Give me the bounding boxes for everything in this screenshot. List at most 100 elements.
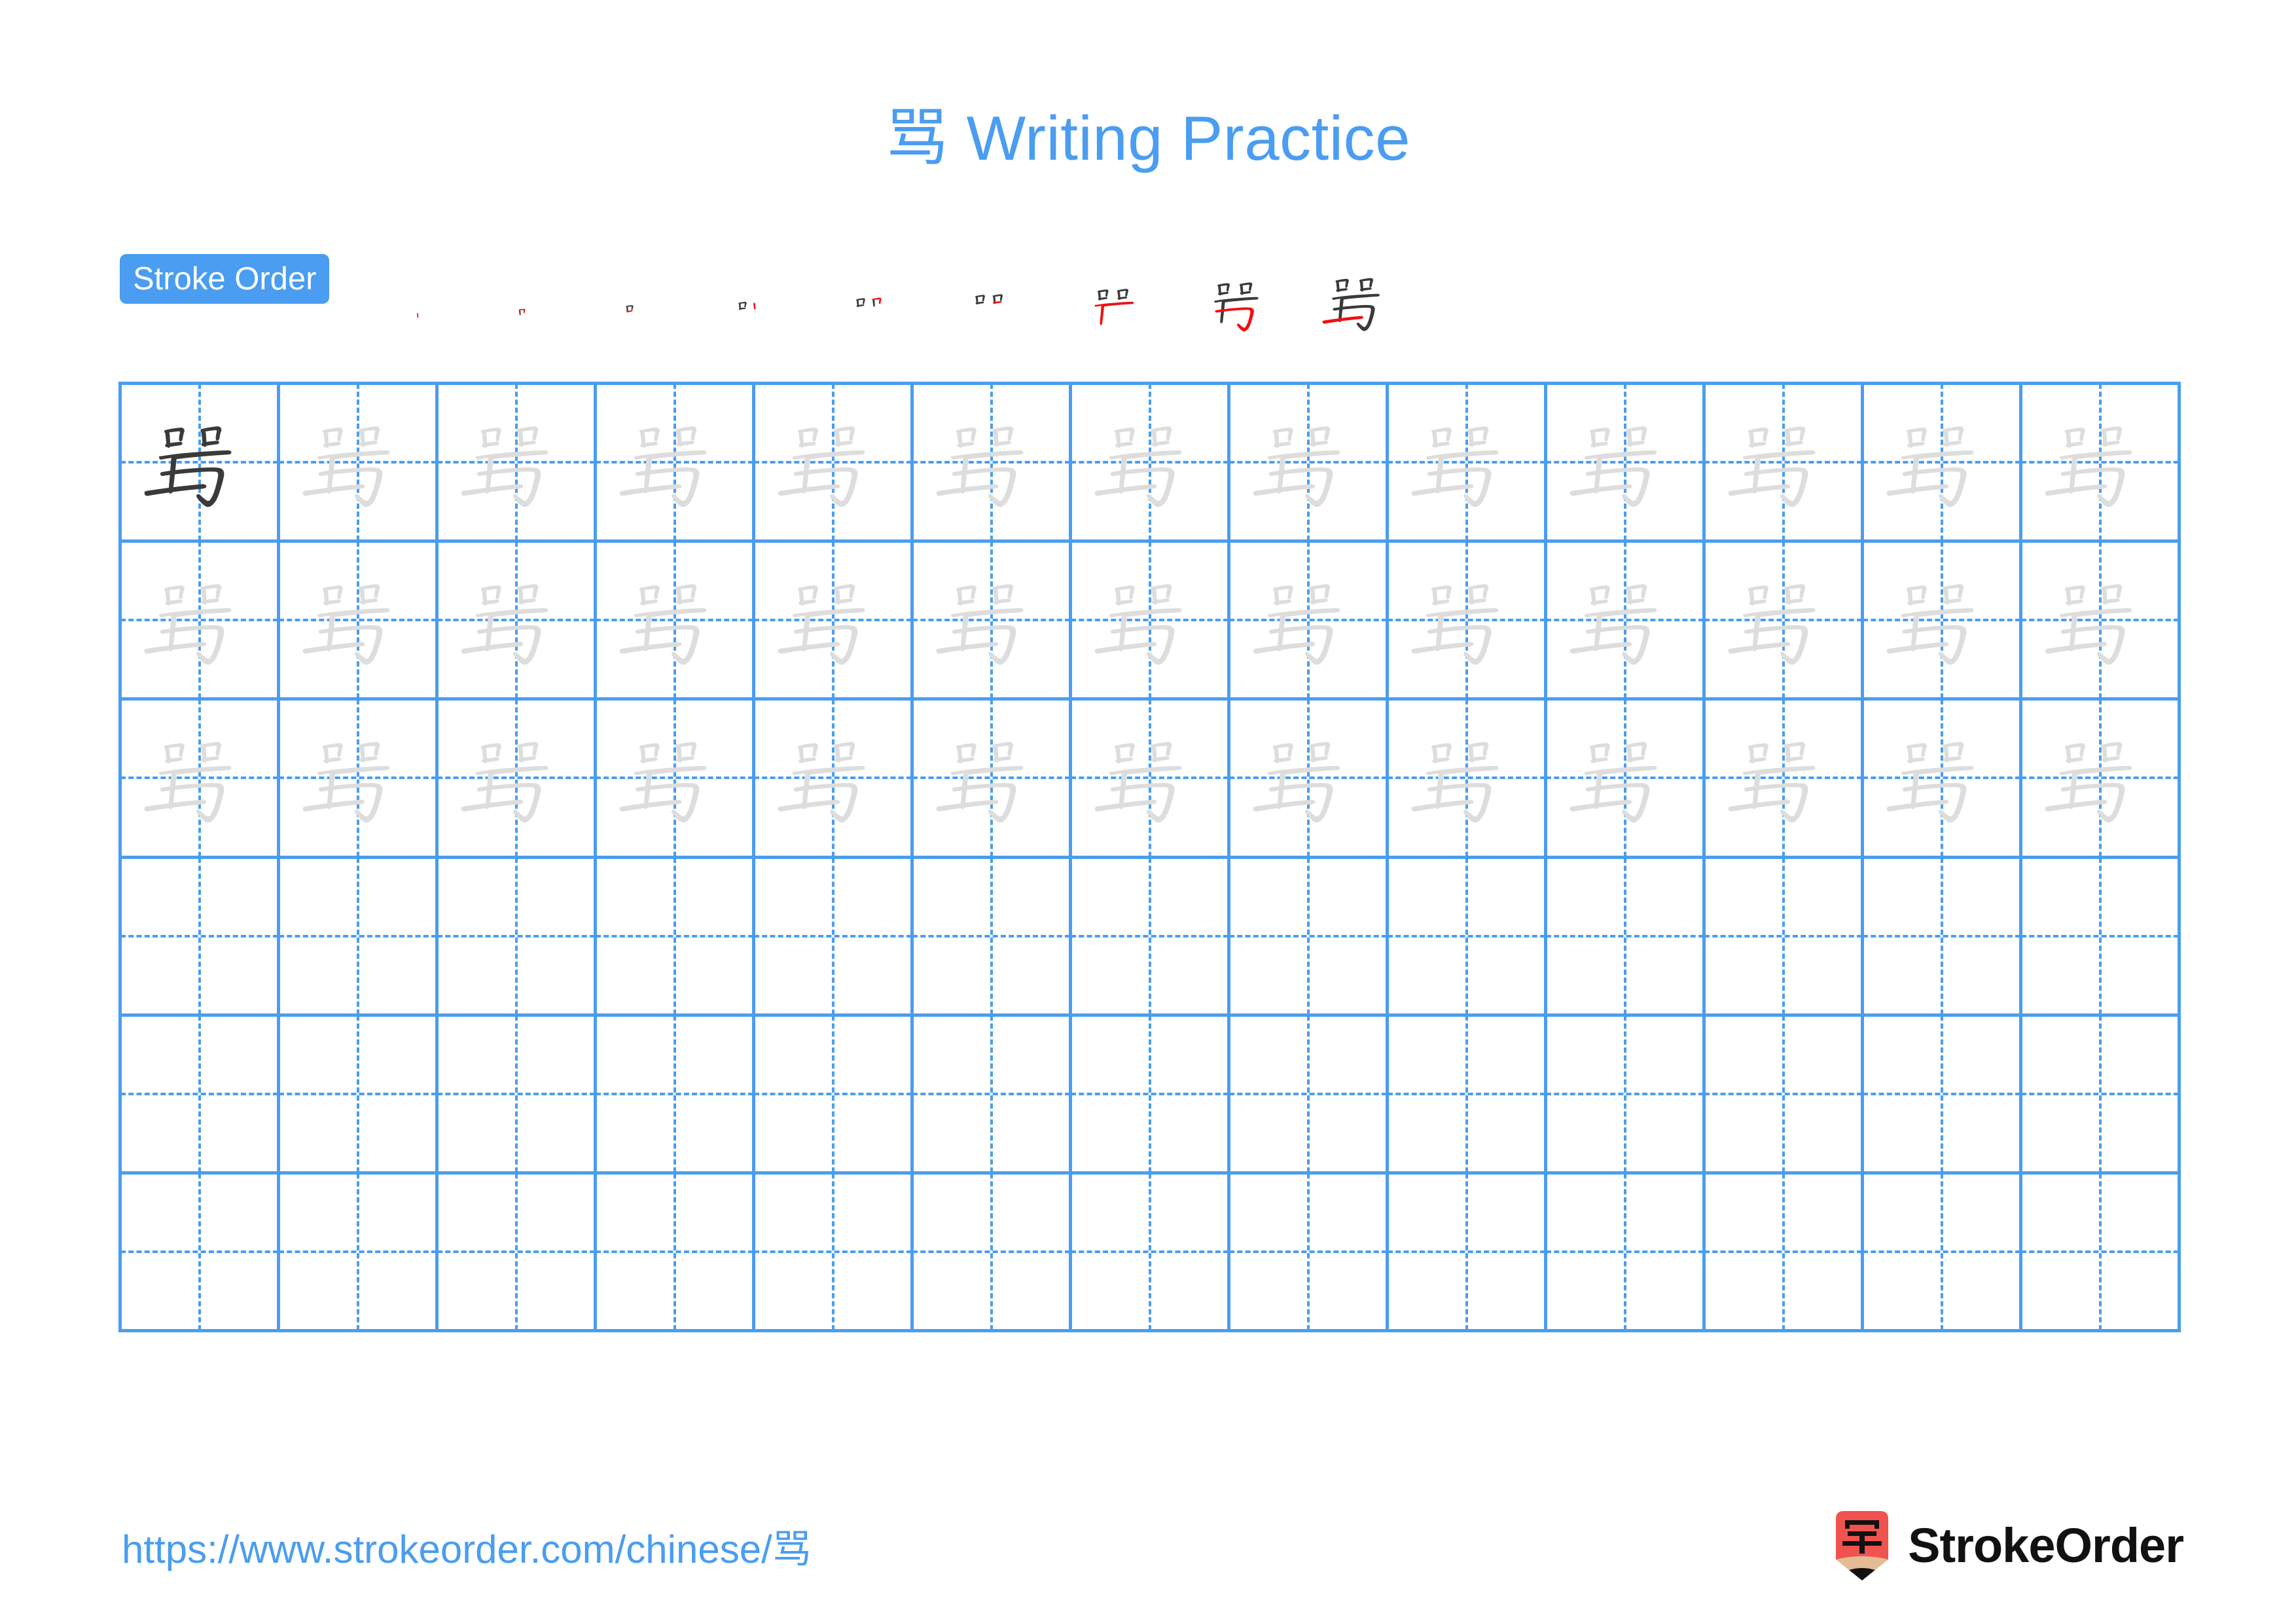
grid-cell-r6-c10[interactable] [1547, 1174, 1706, 1332]
grid-cell-r2-c5[interactable] [755, 543, 914, 701]
grid-cell-r5-c1[interactable] [122, 1016, 280, 1175]
grid-cell-r2-c1[interactable] [122, 543, 280, 701]
grid-cell-r5-c2[interactable] [280, 1016, 439, 1175]
grid-cell-r6-c7[interactable] [1072, 1174, 1230, 1332]
grid-cell-r4-c9[interactable] [1389, 858, 1547, 1017]
grid-cell-r4-c6[interactable] [914, 858, 1072, 1017]
grid-cell-r1-c11[interactable] [1706, 385, 1864, 543]
grid-cell-r5-c11[interactable] [1706, 1016, 1864, 1175]
trace-character [1706, 543, 1861, 697]
grid-cell-r3-c9[interactable] [1389, 701, 1547, 859]
trace-character [755, 385, 910, 539]
trace-character [914, 701, 1069, 855]
trace-character [597, 543, 752, 697]
source-url[interactable]: https://www.strokeorder.com/chinese/骂 [122, 1518, 812, 1575]
grid-cell-r6-c8[interactable] [1230, 1174, 1389, 1332]
grid-cell-r4-c2[interactable] [280, 858, 439, 1017]
trace-character [439, 385, 594, 539]
grid-cell-r3-c11[interactable] [1706, 701, 1864, 859]
brand-name: StrokeOrder [1908, 1518, 2184, 1573]
grid-cell-r6-c13[interactable] [2022, 1174, 2181, 1332]
grid-cell-r6-c12[interactable] [1864, 1174, 2022, 1332]
grid-cell-r3-c6[interactable] [914, 701, 1072, 859]
grid-cell-r6-c1[interactable] [122, 1174, 280, 1332]
grid-cell-r6-c2[interactable] [280, 1174, 439, 1332]
grid-cell-r4-c5[interactable] [755, 858, 914, 1017]
grid-cell-r3-c8[interactable] [1230, 701, 1389, 859]
trace-character [122, 701, 277, 855]
trace-character [280, 543, 435, 697]
grid-cell-r6-c3[interactable] [439, 1174, 597, 1332]
grid-cell-r6-c9[interactable] [1389, 1174, 1547, 1332]
grid-cell-r1-c5[interactable] [755, 385, 914, 543]
grid-cell-r2-c4[interactable] [597, 543, 755, 701]
grid-cell-r4-c12[interactable] [1864, 858, 2022, 1017]
grid-cell-r5-c7[interactable] [1072, 1016, 1230, 1175]
trace-character [280, 385, 435, 539]
grid-cell-r3-c2[interactable] [280, 701, 439, 859]
trace-character [1230, 701, 1386, 855]
grid-cell-r3-c4[interactable] [597, 701, 755, 859]
stroke-order-sequence [408, 253, 2109, 338]
grid-cell-r3-c7[interactable] [1072, 701, 1230, 859]
stroke-order-section: Stroke Order [120, 253, 2181, 338]
pencil-logo-icon [1836, 1511, 1889, 1580]
grid-cell-r1-c6[interactable] [914, 385, 1072, 543]
grid-cell-r2-c2[interactable] [280, 543, 439, 701]
grid-cell-r5-c4[interactable] [597, 1016, 755, 1175]
grid-cell-r3-c3[interactable] [439, 701, 597, 859]
grid-cell-r5-c12[interactable] [1864, 1016, 2022, 1175]
grid-cell-r6-c5[interactable] [755, 1174, 914, 1332]
grid-cell-r1-c10[interactable] [1547, 385, 1706, 543]
grid-cell-r2-c11[interactable] [1706, 543, 1864, 701]
grid-cell-r6-c4[interactable] [597, 1174, 755, 1332]
grid-cell-r5-c9[interactable] [1389, 1016, 1547, 1175]
grid-cell-r5-c13[interactable] [2022, 1016, 2181, 1175]
grid-cell-r1-c12[interactable] [1864, 385, 2022, 543]
grid-cell-r1-c1[interactable] [122, 385, 280, 543]
grid-cell-r1-c4[interactable] [597, 385, 755, 543]
grid-cell-r1-c3[interactable] [439, 385, 597, 543]
grid-cell-r2-c12[interactable] [1864, 543, 2022, 701]
grid-cell-r4-c10[interactable] [1547, 858, 1706, 1017]
grid-cell-r3-c1[interactable] [122, 701, 280, 859]
grid-cell-r2-c3[interactable] [439, 543, 597, 701]
grid-cell-r4-c4[interactable] [597, 858, 755, 1017]
grid-cell-r4-c11[interactable] [1706, 858, 1864, 1017]
grid-cell-r3-c13[interactable] [2022, 701, 2181, 859]
grid-cell-r5-c5[interactable] [755, 1016, 914, 1175]
grid-cell-r6-c6[interactable] [914, 1174, 1072, 1332]
grid-cell-r2-c10[interactable] [1547, 543, 1706, 701]
grid-cell-r3-c12[interactable] [1864, 701, 2022, 859]
grid-cell-r1-c7[interactable] [1072, 385, 1230, 543]
grid-cell-r2-c13[interactable] [2022, 543, 2181, 701]
trace-character [1230, 385, 1386, 539]
grid-cell-r2-c8[interactable] [1230, 543, 1389, 701]
grid-cell-r3-c5[interactable] [755, 701, 914, 859]
grid-cell-r5-c6[interactable] [914, 1016, 1072, 1175]
grid-cell-r2-c9[interactable] [1389, 543, 1547, 701]
page-title: 骂 Writing Practice [885, 103, 1411, 173]
trace-character [1072, 701, 1227, 855]
grid-cell-r5-c10[interactable] [1547, 1016, 1706, 1175]
grid-cell-r1-c13[interactable] [2022, 385, 2181, 543]
grid-cell-r1-c2[interactable] [280, 385, 439, 543]
grid-cell-r1-c8[interactable] [1230, 385, 1389, 543]
grid-cell-r6-c11[interactable] [1706, 1174, 1864, 1332]
trace-character [755, 701, 910, 855]
trace-character [439, 701, 594, 855]
grid-cell-r4-c7[interactable] [1072, 858, 1230, 1017]
grid-cell-r4-c13[interactable] [2022, 858, 2181, 1017]
grid-cell-r1-c9[interactable] [1389, 385, 1547, 543]
stroke-step-4 [726, 294, 780, 338]
grid-cell-r4-c8[interactable] [1230, 858, 1389, 1017]
grid-cell-r2-c7[interactable] [1072, 543, 1230, 701]
trace-character [597, 701, 752, 855]
grid-cell-r5-c3[interactable] [439, 1016, 597, 1175]
grid-cell-r4-c1[interactable] [122, 858, 280, 1017]
trace-character [597, 385, 752, 539]
grid-cell-r4-c3[interactable] [439, 858, 597, 1017]
grid-cell-r5-c8[interactable] [1230, 1016, 1389, 1175]
grid-cell-r3-c10[interactable] [1547, 701, 1706, 859]
grid-cell-r2-c6[interactable] [914, 543, 1072, 701]
